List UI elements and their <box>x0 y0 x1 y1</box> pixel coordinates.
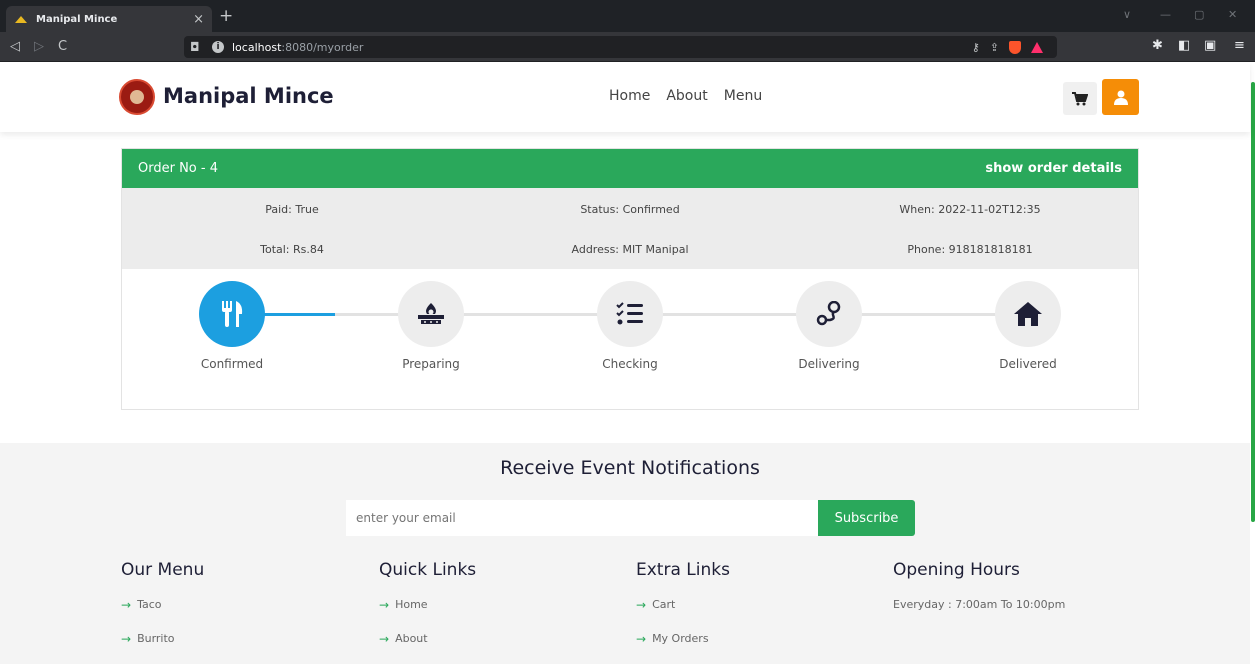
order-header: Order No - 4 show order details <box>122 149 1138 188</box>
footer-heading: Extra Links <box>636 560 730 580</box>
footer-heading: Opening Hours <box>893 560 1020 580</box>
omnibox[interactable]: ◘ i localhost :8080/myorder ⚷ ⇪ <box>184 36 1057 58</box>
site-footer: Receive Event Notifications Subscribe Ou… <box>0 443 1250 664</box>
maximize-button[interactable]: ▢ <box>1194 8 1204 21</box>
footer-link-label: My Orders <box>652 632 709 645</box>
opening-hours-text: Everyday : 7:00am To 10:00pm <box>893 598 1066 611</box>
url-host: localhost <box>232 40 282 54</box>
menu-icon[interactable]: ≡ <box>1234 38 1245 53</box>
bookmark-icon[interactable]: ◘ <box>190 40 212 54</box>
email-input[interactable] <box>346 500 818 536</box>
address-bar-row: ◁ ▷ C ◘ i localhost :8080/myorder ⚷ ⇪ ✱ … <box>0 32 1255 62</box>
arrow-right-icon: → <box>121 632 132 646</box>
footer-col-our-menu: Our Menu → Taco → Burrito <box>121 560 204 664</box>
footer-link-my-orders[interactable]: → My Orders <box>636 632 730 664</box>
site-header: Manipal Mince Home About Menu <box>0 62 1250 132</box>
brand-name[interactable]: Manipal Mince <box>163 84 334 108</box>
page: Manipal Mince Home About Menu Order No -… <box>0 62 1255 664</box>
extensions-icon[interactable]: ✱ <box>1152 38 1163 53</box>
footer-heading: Quick Links <box>379 560 477 580</box>
step-confirmed <box>199 281 265 347</box>
order-progress-tracker: Confirmed Preparing Checking Delivering … <box>122 269 1138 409</box>
step-label-delivered: Delivered <box>999 357 1057 371</box>
footer-heading: Our Menu <box>121 560 205 580</box>
order-phone: Phone: 918181818181 <box>907 243 1033 256</box>
tab-title: Manipal Mince <box>36 13 118 25</box>
back-icon[interactable]: ◁ <box>10 39 20 54</box>
user-icon <box>1113 90 1128 105</box>
nav-menu[interactable]: Menu <box>724 88 762 104</box>
step-checking <box>597 281 663 347</box>
brave-rewards-icon[interactable] <box>1031 41 1043 53</box>
step-delivering <box>796 281 862 347</box>
tab-search-icon[interactable]: ∨ <box>1123 8 1131 21</box>
browser-tab-bar: Manipal Mince × + ∨ — ▢ ✕ <box>0 0 1255 32</box>
user-button[interactable] <box>1102 79 1139 115</box>
nav-about[interactable]: About <box>666 88 707 104</box>
footer-link-label: Taco <box>137 598 162 611</box>
brave-shield-icon[interactable] <box>1009 40 1021 54</box>
order-card: Order No - 4 show order details Paid: Tr… <box>121 148 1139 410</box>
arrow-right-icon: → <box>379 632 390 646</box>
footer-link-burrito[interactable]: → Burrito <box>121 632 204 664</box>
footer-col-extra-links: Extra Links → Cart → My Orders <box>636 560 730 664</box>
key-icon[interactable]: ⚷ <box>972 41 980 54</box>
order-total: Total: Rs.84 <box>260 243 324 256</box>
close-window-button[interactable]: ✕ <box>1228 8 1237 21</box>
checklist-icon <box>616 302 643 325</box>
route-icon <box>816 301 841 326</box>
footer-link-label: Cart <box>652 598 676 611</box>
browser-tab[interactable]: Manipal Mince × <box>6 6 212 32</box>
nav-home[interactable]: Home <box>609 88 650 104</box>
arrow-right-icon: → <box>379 598 390 612</box>
footer-link-about[interactable]: → About <box>379 632 476 664</box>
main-nav: Home About Menu <box>609 88 762 104</box>
share-icon[interactable]: ⇪ <box>990 41 999 54</box>
order-when: When: 2022-11-02T12:35 <box>899 203 1041 216</box>
cart-button[interactable] <box>1063 82 1097 115</box>
sidebar-icon[interactable]: ◧ <box>1178 38 1190 53</box>
scrollbar[interactable] <box>1251 82 1255 522</box>
footer-link-cart[interactable]: → Cart <box>636 598 730 632</box>
order-info: Paid: True Status: Confirmed When: 2022-… <box>122 188 1138 269</box>
tab-close-icon[interactable]: × <box>193 12 204 27</box>
minimize-button[interactable]: — <box>1160 8 1171 21</box>
step-preparing <box>398 281 464 347</box>
order-status: Status: Confirmed <box>580 203 680 216</box>
footer-link-home[interactable]: → Home <box>379 598 476 632</box>
footer-col-quick-links: Quick Links → Home → About <box>379 560 476 664</box>
reload-icon[interactable]: C <box>58 39 67 54</box>
order-number: Order No - 4 <box>138 161 218 176</box>
forward-icon[interactable]: ▷ <box>34 39 44 54</box>
footer-link-label: Home <box>395 598 428 611</box>
arrow-right-icon: → <box>121 598 132 612</box>
utensils-icon <box>222 301 243 327</box>
step-label-delivering: Delivering <box>798 357 860 371</box>
url-path: :8080/myorder <box>281 40 364 54</box>
home-icon <box>1014 302 1042 326</box>
footer-link-taco[interactable]: → Taco <box>121 598 204 632</box>
footer-link-label: About <box>395 632 428 645</box>
stove-icon <box>418 303 444 324</box>
footer-link-label: Burrito <box>137 632 175 645</box>
order-address: Address: MIT Manipal <box>571 243 689 256</box>
subscribe-button[interactable]: Subscribe <box>818 500 915 536</box>
notifications-heading: Receive Event Notifications <box>500 457 760 479</box>
cart-icon <box>1072 91 1088 105</box>
footer-col-opening-hours: Opening Hours Everyday : 7:00am To 10:00… <box>893 560 1065 611</box>
step-label-checking: Checking <box>602 357 658 371</box>
step-label-preparing: Preparing <box>402 357 460 371</box>
show-order-details-link[interactable]: show order details <box>985 161 1122 176</box>
step-delivered <box>995 281 1061 347</box>
site-info-icon[interactable]: i <box>212 41 224 53</box>
new-tab-button[interactable]: + <box>219 6 233 26</box>
order-paid: Paid: True <box>265 203 319 216</box>
brand-logo[interactable] <box>119 79 155 115</box>
step-label-confirmed: Confirmed <box>200 357 264 371</box>
wallet-icon[interactable]: ▣ <box>1204 38 1216 53</box>
arrow-right-icon: → <box>636 632 647 646</box>
arrow-right-icon: → <box>636 598 647 612</box>
favicon-icon <box>14 14 28 24</box>
